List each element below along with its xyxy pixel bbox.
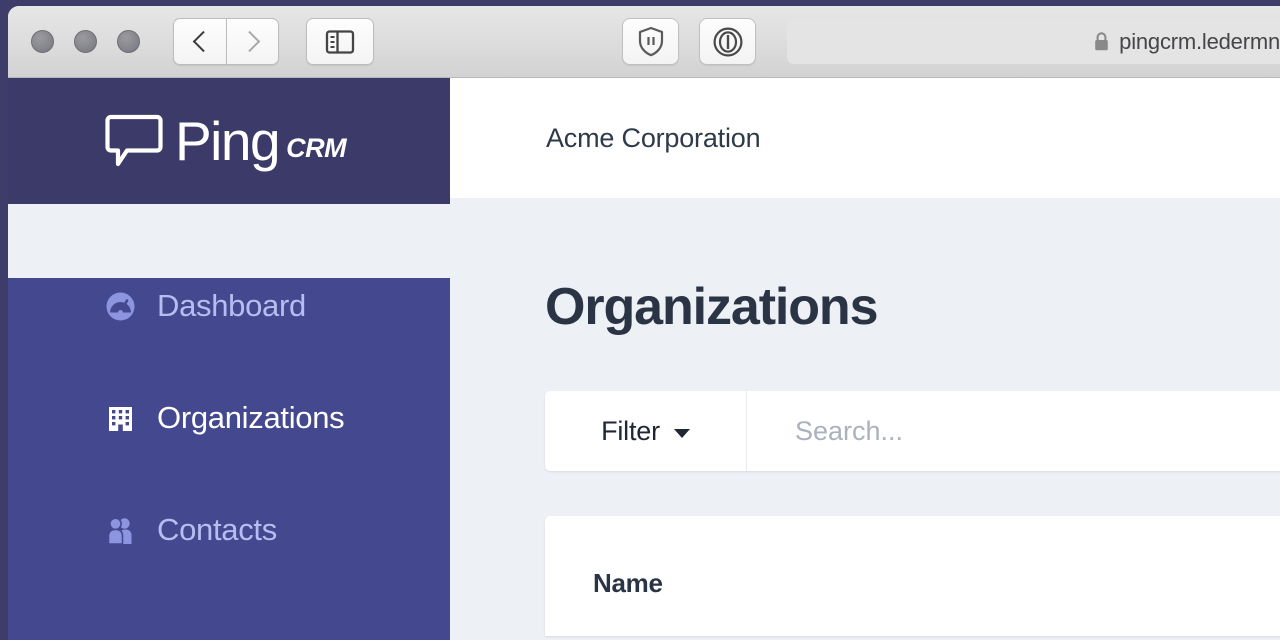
main-body: Organizations Filter Name <box>450 198 1280 640</box>
pingcrm-logo[interactable]: Ping CRM <box>105 109 347 173</box>
logo-suffix: CRM <box>286 132 347 163</box>
toolbar-right-group: pingcrm.ledermn <box>622 18 1280 65</box>
browser-window: pingcrm.ledermn Ping CRM Dashboard Organ… <box>8 6 1280 640</box>
url-text: pingcrm.ledermn <box>1119 28 1280 54</box>
sidebar-item-organizations[interactable]: Organizations <box>8 390 450 446</box>
url-bar[interactable]: pingcrm.ledermn <box>787 19 1280 64</box>
page-title: Organizations <box>545 278 879 336</box>
shield-icon <box>638 26 663 57</box>
chevron-right-icon <box>239 30 261 53</box>
navigation-buttons <box>173 18 279 65</box>
sidebar: Ping CRM Dashboard Organizations Contact… <box>8 78 450 640</box>
screen: pingcrm.ledermn Ping CRM Dashboard Organ… <box>0 0 1280 640</box>
onepassword-icon <box>713 27 742 56</box>
sidebar-header: Ping CRM <box>8 78 450 204</box>
password-manager-button[interactable] <box>699 18 756 65</box>
search-input[interactable] <box>747 391 1280 471</box>
sidebar-item-dashboard[interactable]: Dashboard <box>8 278 450 334</box>
sidebar-item-label: Contacts <box>157 512 277 547</box>
main-content: Acme Corporation Organizations Filter Na… <box>450 78 1280 640</box>
browser-toolbar: pingcrm.ledermn <box>8 6 1280 78</box>
filter-dropdown-button[interactable]: Filter <box>545 391 747 471</box>
people-icon <box>105 515 136 546</box>
page-content: Ping CRM Dashboard Organizations Contact… <box>8 78 1280 640</box>
speech-bubble-icon <box>105 114 163 167</box>
forward-button[interactable] <box>226 18 279 65</box>
close-window-button[interactable] <box>31 30 54 53</box>
logo-name: Ping <box>175 110 281 172</box>
minimize-window-button[interactable] <box>74 30 97 53</box>
organizations-table: Name <box>545 516 1280 636</box>
window-traffic-lights <box>31 30 140 53</box>
filter-label: Filter <box>601 415 660 446</box>
sidebar-icon <box>325 29 355 54</box>
sidebar-item-label: Dashboard <box>157 288 306 323</box>
gauge-icon <box>105 291 136 322</box>
chevron-left-icon <box>192 30 214 53</box>
back-button[interactable] <box>173 18 226 65</box>
account-name: Acme Corporation <box>546 122 761 153</box>
top-bar: Acme Corporation <box>450 78 1280 198</box>
sidebar-toggle-button[interactable] <box>306 18 374 65</box>
sidebar-item-contacts[interactable]: Contacts <box>8 502 450 558</box>
table-header-name: Name <box>593 568 663 598</box>
sidebar-item-label: Organizations <box>157 400 345 435</box>
filter-search-bar: Filter <box>545 391 1280 471</box>
privacy-report-button[interactable] <box>622 18 679 65</box>
lock-icon <box>1093 31 1110 52</box>
maximize-window-button[interactable] <box>117 30 140 53</box>
sidebar-nav: Dashboard Organizations Contacts <box>8 278 450 640</box>
building-icon <box>105 403 136 434</box>
chevron-down-icon <box>673 428 690 438</box>
